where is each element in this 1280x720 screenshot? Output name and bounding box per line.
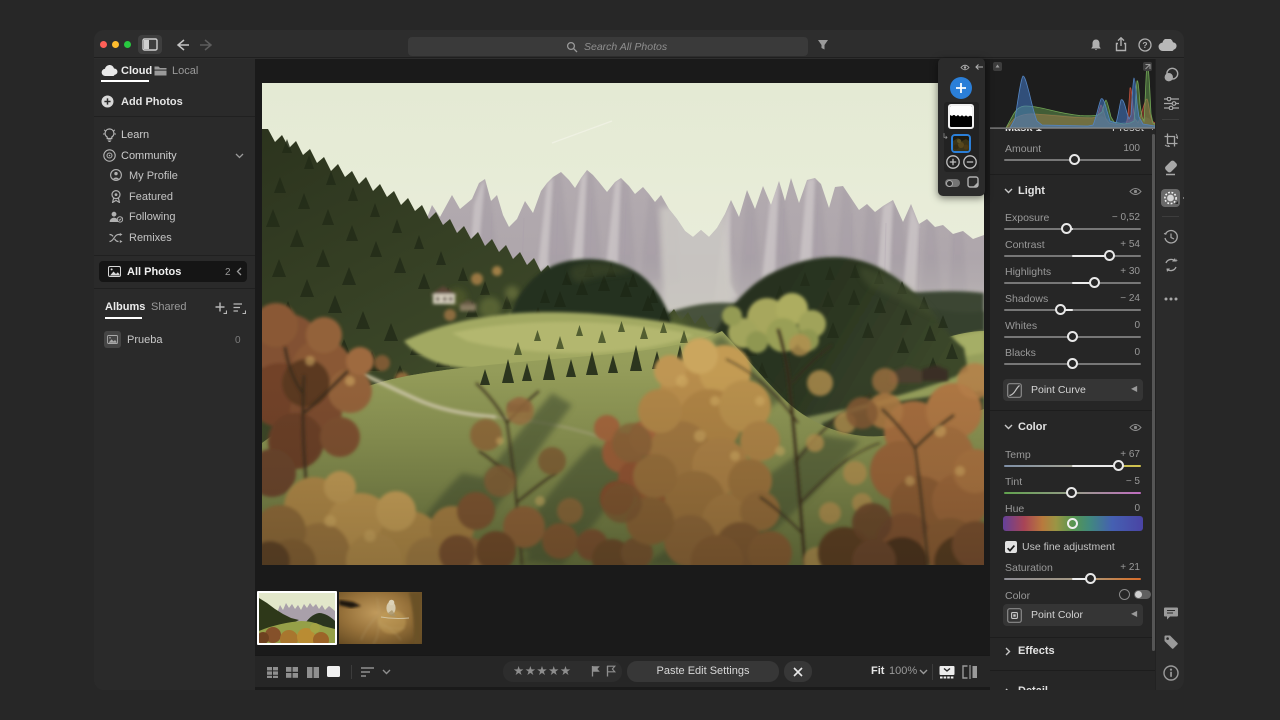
- svg-text:?: ?: [1142, 40, 1147, 50]
